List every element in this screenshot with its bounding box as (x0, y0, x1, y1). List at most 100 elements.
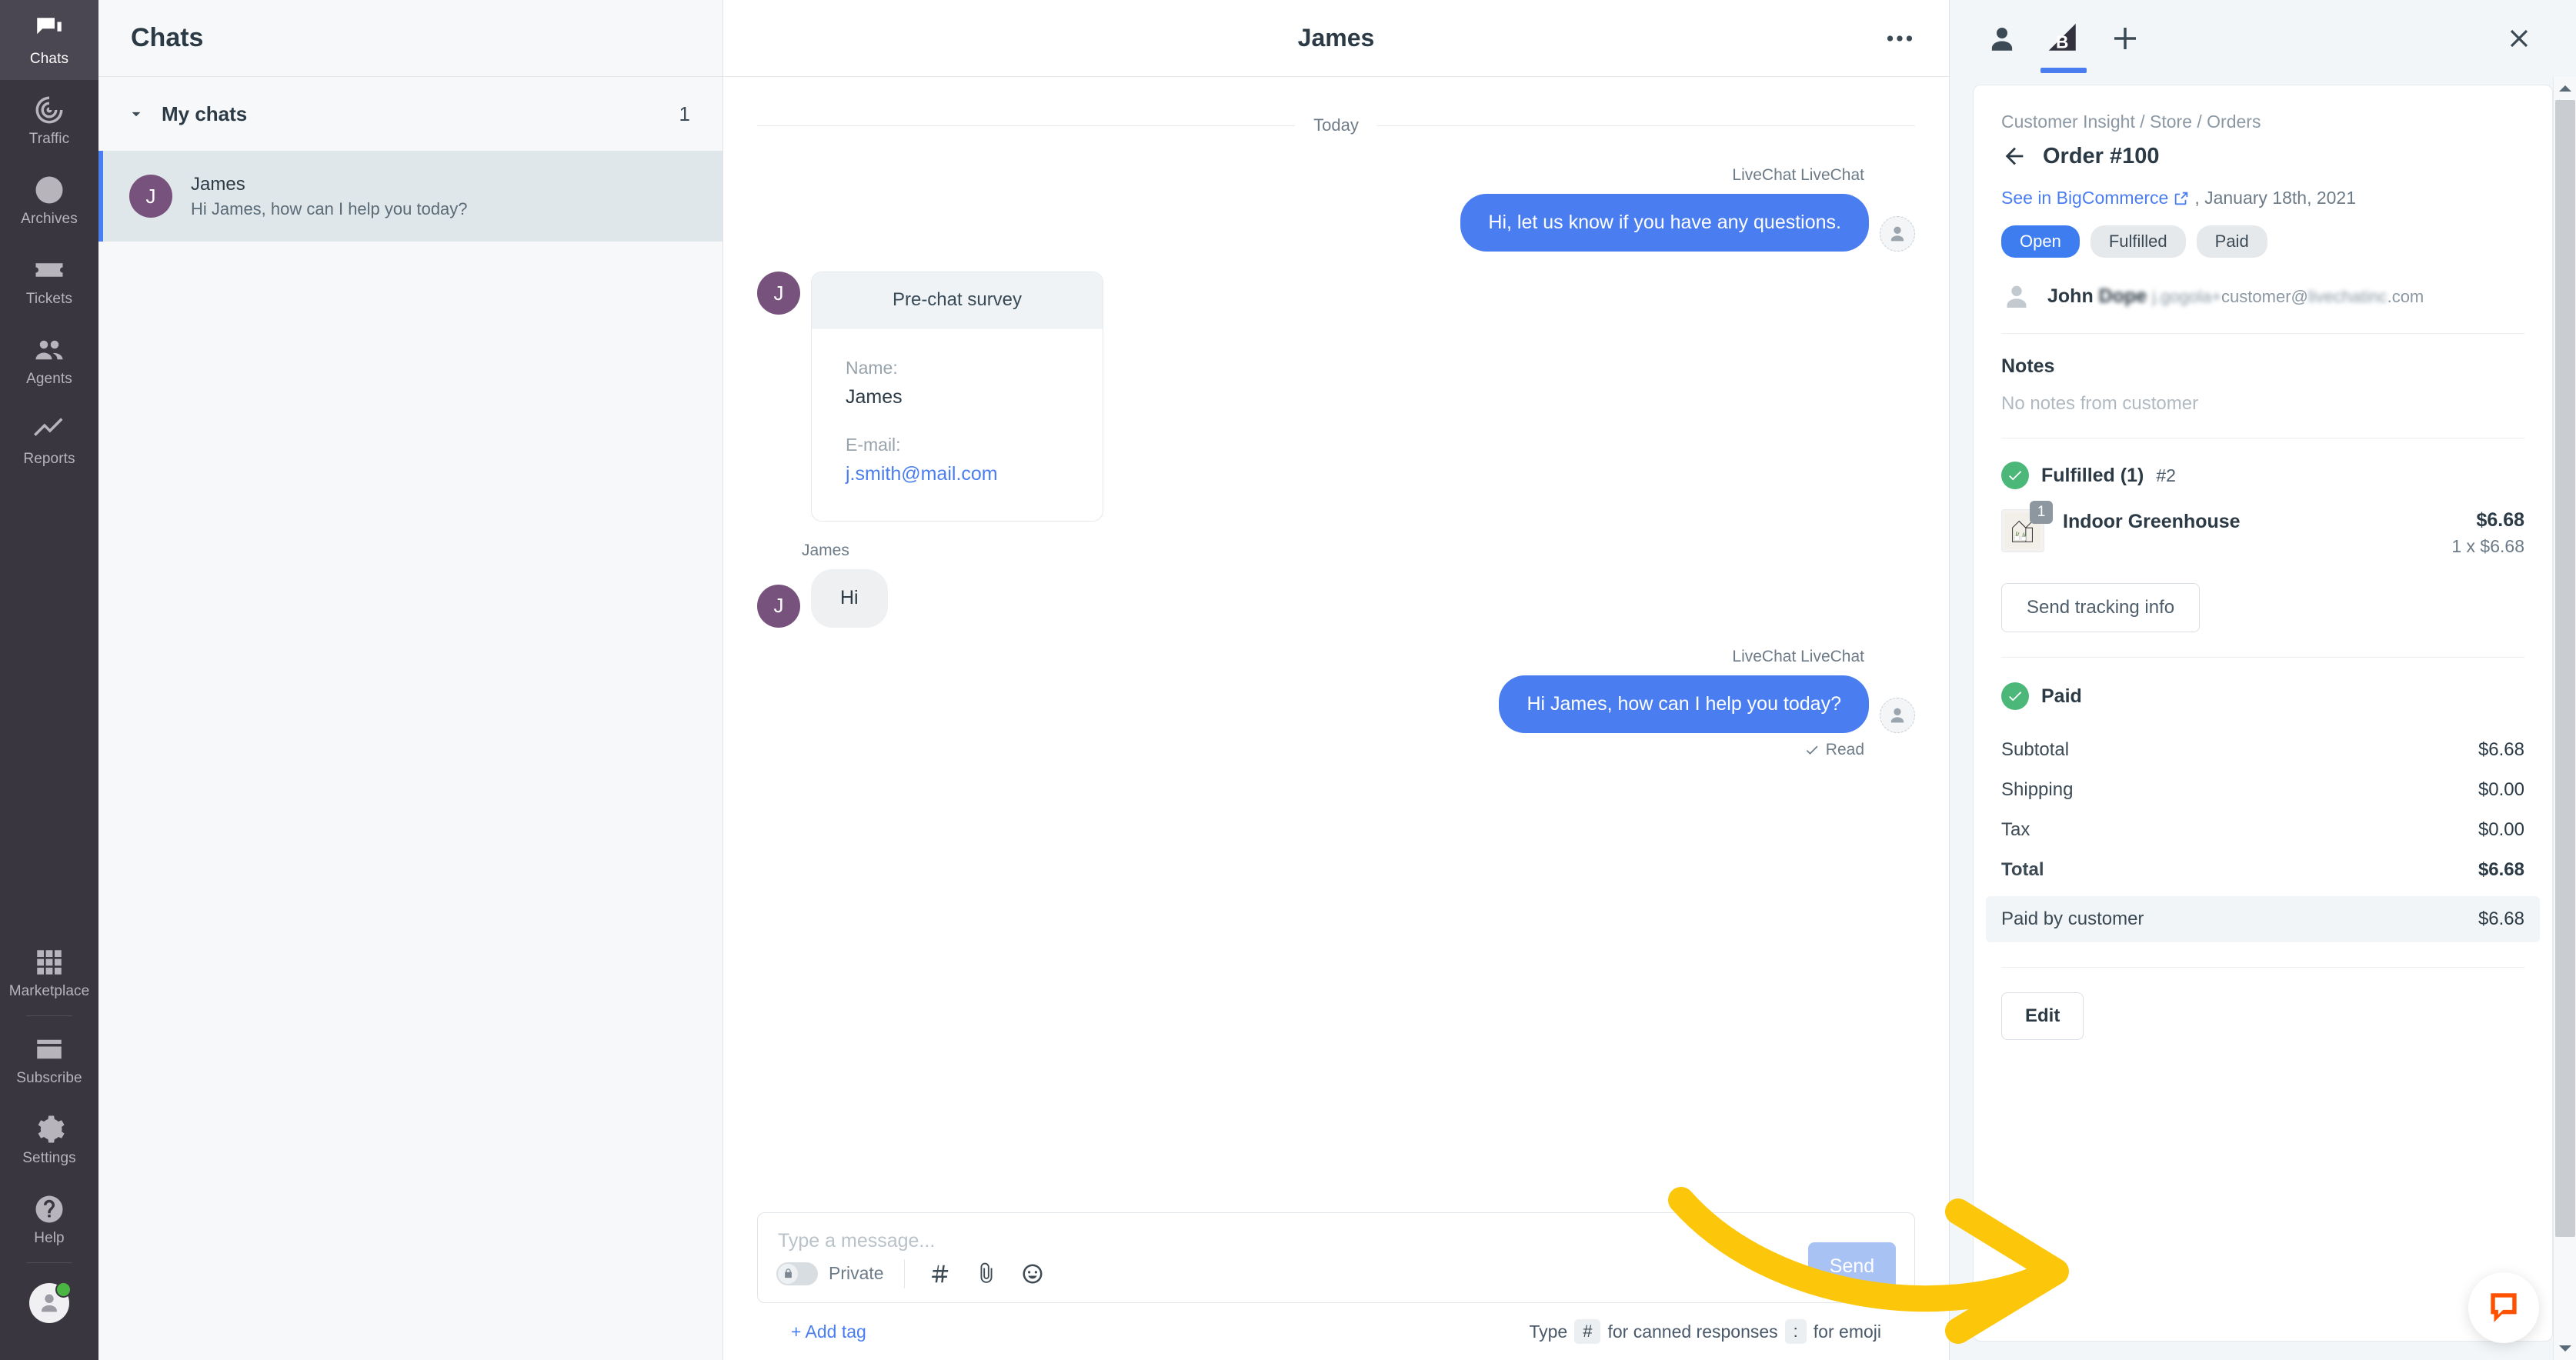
email-part-visible: customer@ (2221, 286, 2308, 306)
nav-item-settings[interactable]: Settings (0, 1099, 98, 1179)
chat-row-texts: James Hi James, how can I help you today… (191, 174, 468, 219)
list-item[interactable]: J James Hi James, how can I help you tod… (98, 151, 722, 242)
close-icon (2510, 29, 2528, 48)
order-date: , January 18th, 2021 (2194, 188, 2357, 208)
scroll-down-icon[interactable] (2554, 1337, 2576, 1360)
avatar: J (757, 272, 800, 315)
survey-field-value-name: James (846, 386, 903, 408)
hint-key-hash: # (1574, 1319, 1601, 1344)
order-details-panel: B Customer Insight / Store / Orders Orde… (1950, 0, 2576, 1360)
chevron-down-icon[interactable] (126, 104, 146, 124)
private-toggle-label: Private (829, 1263, 884, 1283)
notes-title: Notes (2001, 355, 2055, 377)
table-row: 1 Indoor Greenhouse $6.68 1 x $6.68 (2001, 501, 2524, 557)
send-button[interactable]: Send (1808, 1242, 1896, 1290)
fulfillment-ref: #2 (2156, 465, 2176, 485)
table-row: Tax $0.00 (2001, 810, 2524, 850)
nav-label-settings: Settings (22, 1150, 76, 1166)
survey-field-value-email[interactable]: j.smith@mail.com (846, 463, 1069, 485)
private-mode-toggle[interactable]: Private (776, 1262, 884, 1285)
livechat-app-window: Chats Traffic Archives Tickets Agents Re… (0, 0, 2576, 1360)
product-name: Indoor Greenhouse (2063, 511, 2241, 532)
nav-label-chats: Chats (29, 51, 69, 67)
avatar: J (757, 584, 800, 628)
livechat-widget-button[interactable] (2468, 1272, 2539, 1343)
message-bubble: Hi James, how can I help you today? (1499, 675, 1869, 733)
totals-label: Tax (2001, 819, 2030, 840)
tab-add-integration[interactable] (2097, 9, 2153, 68)
composer-hint: Type # for canned responses : for emoji (1529, 1319, 1881, 1344)
hint-suffix: for emoji (1813, 1321, 1881, 1342)
external-link-icon[interactable] (2173, 190, 2190, 207)
message-author: James (802, 542, 849, 560)
survey-wrap: J Pre-chat survey Name: James E-mail: j.… (757, 272, 1915, 522)
product-thumbnail-wrap: 1 (2001, 501, 2053, 552)
scrollbar-thumb[interactable] (2554, 100, 2575, 1237)
message-read-status: Read (757, 741, 1915, 759)
bigcommerce-logo-icon: B (2048, 23, 2076, 52)
fulfillment-status-header: Fulfilled (1) #2 (2001, 462, 2524, 489)
message-incoming-1: James J Hi (757, 542, 1915, 628)
chat-list-panel: Chats My chats 1 J James Hi James, how c… (98, 0, 723, 1360)
totals-label: Shipping (2001, 779, 2074, 800)
hash-icon[interactable] (925, 1258, 956, 1289)
tab-bigcommerce[interactable]: B (2036, 9, 2091, 73)
nav-item-help[interactable]: Help (0, 1179, 98, 1259)
message-line: Hi James, how can I help you today? (757, 675, 1915, 733)
close-panel-button[interactable] (2491, 9, 2547, 68)
emoji-smiley-icon[interactable] (1017, 1258, 1048, 1289)
scrollbar[interactable] (2553, 77, 2576, 1360)
product-unit-price: 1 x $6.68 (2451, 536, 2524, 556)
plus-icon (2114, 28, 2136, 49)
table-row: Total $6.68 (2001, 850, 2524, 890)
nav-item-archives[interactable]: Archives (0, 160, 98, 240)
conversation-title: James (1297, 24, 1375, 52)
chat-group-my-chats[interactable]: My chats 1 (98, 77, 722, 151)
payment-status-header: Paid (2001, 682, 2524, 710)
paperclip-icon[interactable] (971, 1258, 1002, 1289)
toggle-pill[interactable] (776, 1262, 818, 1285)
nav-item-subscribe[interactable]: Subscribe (0, 1019, 98, 1099)
totals-value: $0.00 (2478, 819, 2524, 840)
customer-first-name: John (2047, 285, 2094, 307)
customer-row: John Dope j.gogola+customer@livechatinc.… (2001, 281, 2524, 334)
nav-item-chats[interactable]: Chats (0, 0, 98, 80)
divider (2001, 657, 2524, 658)
see-in-bigcommerce-row: See in BigCommerce , January 18th, 2021 (2001, 188, 2524, 208)
email-part-tail: .com (2387, 286, 2424, 306)
see-in-bigcommerce-link[interactable]: See in BigCommerce (2001, 188, 2168, 208)
avatar: J (129, 175, 172, 218)
more-options-icon[interactable] (1883, 22, 1917, 55)
reports-chart-icon (33, 414, 65, 446)
nav-item-traffic[interactable]: Traffic (0, 80, 98, 160)
send-tracking-info-button[interactable]: Send tracking info (2001, 583, 2201, 632)
edit-button[interactable]: Edit (2001, 992, 2084, 1040)
message-line: J Hi (757, 569, 1915, 628)
current-agent-avatar-wrap[interactable] (0, 1266, 98, 1340)
survey-field-label-name: Name: (846, 358, 898, 378)
hint-key-colon: : (1784, 1319, 1807, 1344)
conversation-header: James (723, 0, 1949, 77)
check-circle-icon (2001, 462, 2029, 489)
nav-item-marketplace[interactable]: Marketplace (0, 932, 98, 1012)
nav-item-reports[interactable]: Reports (0, 400, 98, 480)
back-arrow-icon[interactable] (2001, 143, 2027, 169)
survey-card-body: Name: James E-mail: j.smith@mail.com (812, 328, 1103, 521)
status-badge: Fulfilled (2090, 225, 2186, 258)
nav-item-agents[interactable]: Agents (0, 320, 98, 400)
add-tag-button[interactable]: + Add tag (791, 1322, 866, 1342)
avatar[interactable] (29, 1282, 72, 1323)
chat-row-preview: Hi James, how can I help you today? (191, 198, 468, 218)
message-input[interactable]: Type a message... (758, 1213, 1914, 1252)
fulfillment-label: Fulfilled (1) (2041, 464, 2144, 486)
page-title: Chats (131, 23, 204, 52)
nav-item-tickets[interactable]: Tickets (0, 240, 98, 320)
email-part-redacted-start: j.gogola+ (2152, 286, 2222, 306)
nav-label-tickets: Tickets (25, 291, 73, 307)
composer-footer: + Add tag Type # for canned responses : … (757, 1303, 1915, 1360)
scroll-up-icon[interactable] (2554, 77, 2576, 100)
check-circle-icon (2001, 682, 2029, 710)
tab-customer-info[interactable] (1974, 9, 2030, 68)
lock-icon (778, 1263, 798, 1284)
payment-label: Paid (2041, 685, 2082, 707)
